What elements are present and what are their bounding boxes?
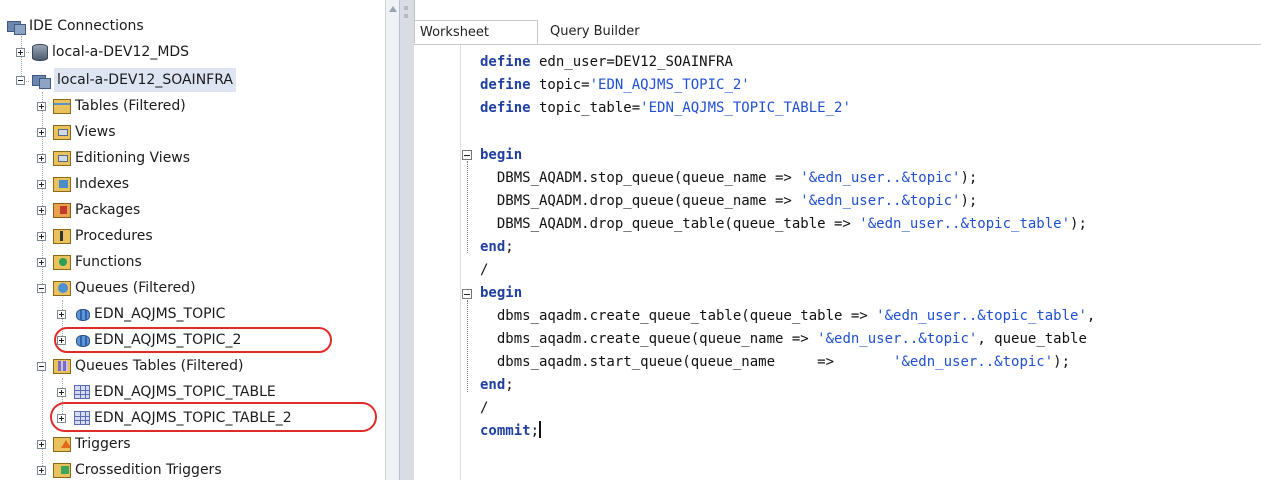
expand-toggle[interactable] bbox=[37, 232, 46, 241]
connection-icon bbox=[32, 72, 51, 89]
code-line: dbms_aqadm.start_queue(queue_name => '&e… bbox=[480, 354, 1071, 370]
tree-folder-packages[interactable]: Packages bbox=[53, 198, 140, 222]
collapse-toggle[interactable] bbox=[37, 284, 46, 293]
database-icon bbox=[32, 43, 48, 61]
connections-icon bbox=[7, 18, 26, 35]
expand-toggle[interactable] bbox=[37, 440, 46, 449]
triggers-folder-icon bbox=[53, 436, 71, 452]
expand-toggle[interactable] bbox=[37, 258, 46, 267]
tables-folder-icon bbox=[53, 98, 71, 114]
expand-toggle[interactable] bbox=[37, 128, 46, 137]
tab-query-builder[interactable]: Query Builder bbox=[546, 20, 640, 44]
editor-gutter bbox=[414, 45, 461, 480]
tree-folder-queue-tables[interactable]: Queues Tables (Filtered) bbox=[53, 354, 243, 378]
expand-toggle[interactable] bbox=[57, 310, 66, 319]
code-line: dbms_aqadm.create_queue_table(queue_tabl… bbox=[480, 308, 1096, 324]
code-line: DBMS_AQADM.drop_queue(queue_name => '&ed… bbox=[480, 193, 978, 209]
code-line: commit; bbox=[480, 421, 542, 439]
code-line: define edn_user=DEV12_SOAINFRA bbox=[480, 54, 733, 70]
code-line: DBMS_AQADM.drop_queue_table(queue_table … bbox=[480, 216, 1087, 232]
text-cursor bbox=[539, 421, 542, 438]
tree-queue-item[interactable]: EDN_AQJMS_TOPIC bbox=[74, 302, 225, 326]
packages-folder-icon bbox=[53, 202, 71, 218]
tree-folder-procedures[interactable]: Procedures bbox=[53, 224, 153, 248]
code-line: / bbox=[480, 400, 489, 416]
connections-tree[interactable]: IDE Connections local-a-DEV12_MDS local-… bbox=[0, 0, 385, 480]
queues-folder-icon bbox=[53, 280, 71, 296]
tree-folder-queues[interactable]: Queues (Filtered) bbox=[53, 276, 196, 300]
tree-folder-views[interactable]: Views bbox=[53, 120, 116, 144]
tree-connector bbox=[42, 92, 43, 472]
tree-folder-indexes[interactable]: Indexes bbox=[53, 172, 129, 196]
scroll-up-arrow-icon[interactable] bbox=[389, 6, 397, 12]
functions-folder-icon bbox=[53, 254, 71, 270]
crossedition-triggers-folder-icon bbox=[53, 462, 71, 478]
tree-folder-crossedition-triggers[interactable]: Crossedition Triggers bbox=[53, 458, 222, 480]
expand-toggle[interactable] bbox=[57, 388, 66, 397]
panel-splitter[interactable] bbox=[399, 0, 415, 480]
code-line: dbms_aqadm.create_queue(queue_name => '&… bbox=[480, 331, 1087, 347]
tree-connection-soainfra[interactable]: local-a-DEV12_SOAINFRA bbox=[32, 68, 236, 92]
code-line: define topic='EDN_AQJMS_TOPIC_2' bbox=[480, 77, 750, 93]
code-line: define topic_table='EDN_AQJMS_TOPIC_TABL… bbox=[480, 100, 851, 116]
queue-table-icon bbox=[74, 385, 90, 399]
highlight-oval bbox=[50, 402, 377, 432]
fold-guide bbox=[467, 300, 468, 392]
editioning-views-folder-icon bbox=[53, 150, 71, 166]
tree-folder-triggers[interactable]: Triggers bbox=[53, 432, 131, 456]
tree-folder-functions[interactable]: Functions bbox=[53, 250, 142, 274]
fold-toggle-icon[interactable] bbox=[462, 150, 472, 160]
fold-guide bbox=[467, 161, 468, 253]
code-line: end; bbox=[480, 377, 514, 393]
code-line: / bbox=[480, 262, 489, 278]
expand-toggle[interactable] bbox=[37, 102, 46, 111]
code-line: begin bbox=[480, 147, 523, 163]
procedures-folder-icon bbox=[53, 228, 71, 244]
worksheet-tabbar: Worksheet Query Builder bbox=[414, 16, 1261, 45]
tree-connection-mds[interactable]: local-a-DEV12_MDS bbox=[32, 40, 189, 64]
code-line: begin bbox=[480, 285, 523, 301]
expand-toggle[interactable] bbox=[37, 180, 46, 189]
queue-icon bbox=[74, 307, 90, 321]
expand-toggle[interactable] bbox=[37, 466, 46, 475]
tree-folder-tables[interactable]: Tables (Filtered) bbox=[53, 94, 186, 118]
tree-queue-table-item[interactable]: EDN_AQJMS_TOPIC_TABLE bbox=[74, 380, 276, 404]
expand-toggle[interactable] bbox=[37, 154, 46, 163]
collapse-toggle[interactable] bbox=[16, 76, 25, 85]
tree-root-ide-connections[interactable]: IDE Connections bbox=[7, 14, 144, 38]
tree-folder-editioning-views[interactable]: Editioning Views bbox=[53, 146, 190, 170]
highlight-oval bbox=[54, 327, 332, 353]
collapse-toggle[interactable] bbox=[37, 362, 46, 371]
code-line: end; bbox=[480, 239, 514, 255]
code-line: DBMS_AQADM.stop_queue(queue_name => '&ed… bbox=[480, 170, 978, 186]
indexes-folder-icon bbox=[53, 176, 71, 192]
sql-editor[interactable]: define edn_user=DEV12_SOAINFRA define to… bbox=[414, 45, 1261, 480]
queue-tables-folder-icon bbox=[53, 358, 71, 374]
fold-toggle-icon[interactable] bbox=[462, 289, 472, 299]
splitter-grip bbox=[404, 14, 408, 18]
expand-toggle[interactable] bbox=[37, 206, 46, 215]
splitter-grip bbox=[404, 6, 408, 10]
tree-scrollbar[interactable] bbox=[385, 0, 400, 480]
views-folder-icon bbox=[53, 124, 71, 140]
tab-worksheet[interactable]: Worksheet bbox=[414, 20, 538, 44]
expand-toggle[interactable] bbox=[16, 48, 25, 57]
